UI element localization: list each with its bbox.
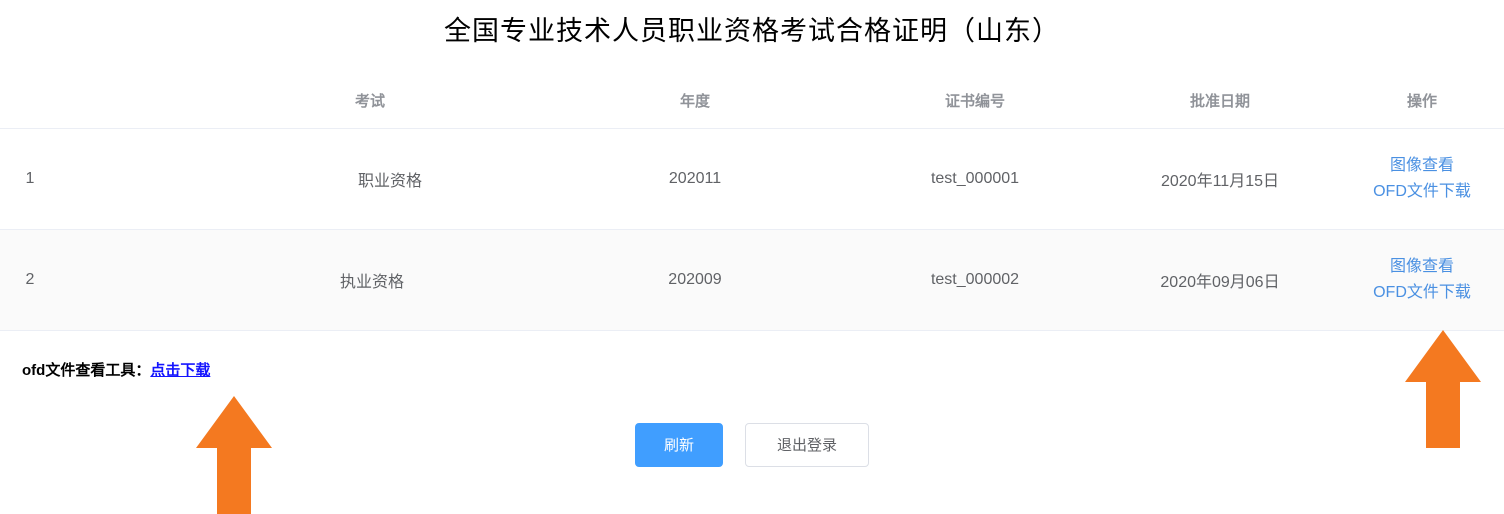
cell-exam: 执业资格: [200, 229, 540, 331]
image-view-link[interactable]: 图像查看: [1390, 153, 1454, 179]
operation-links: 图像查看 OFD文件下载: [1340, 254, 1504, 306]
cell-cert-no: test_000002: [850, 229, 1100, 331]
cell-cert-no: test_000001: [850, 128, 1100, 230]
certificate-table-container: 考试 年度 证书编号 批准日期 操作 1 职业资格 202011 test_00…: [0, 74, 1504, 331]
operation-links: 图像查看 OFD文件下载: [1340, 153, 1504, 205]
certificate-table: 考试 年度 证书编号 批准日期 操作 1 职业资格 202011 test_00…: [0, 74, 1504, 331]
column-header-operation: 操作: [1340, 74, 1504, 129]
ofd-download-link[interactable]: OFD文件下载: [1373, 280, 1471, 306]
column-header-year: 年度: [540, 74, 850, 129]
cell-row-index: 1: [0, 128, 60, 230]
ofd-viewer-download-link[interactable]: 点击下载: [150, 362, 210, 379]
logout-button[interactable]: 退出登录: [745, 423, 869, 467]
page-title: 全国专业技术人员职业资格考试合格证明（山东）: [444, 16, 1060, 46]
column-header-index: [0, 74, 60, 129]
refresh-button[interactable]: 刷新: [635, 423, 723, 467]
cell-row-index: 2: [0, 229, 60, 331]
table-header-row: 考试 年度 证书编号 批准日期 操作: [0, 74, 1504, 129]
ofd-viewer-tool-label: ofd文件查看工具：: [22, 362, 151, 379]
cell-exam-text: 执业资格: [339, 274, 404, 291]
column-header-exam: 考试: [200, 74, 540, 129]
cell-blank: [60, 128, 200, 230]
column-header-cert-no: 证书编号: [850, 74, 1100, 129]
cell-operation: 图像查看 OFD文件下载: [1340, 229, 1504, 331]
ofd-download-link[interactable]: OFD文件下载: [1373, 179, 1471, 205]
cell-year: 202011: [540, 128, 850, 230]
cell-approve-date: 2020年11月15日: [1100, 128, 1340, 230]
table-row: 2 执业资格 202009 test_000002 2020年09月06日 图像…: [0, 229, 1504, 331]
column-header-approve-date: 批准日期: [1100, 74, 1340, 129]
table-row: 1 职业资格 202011 test_000001 2020年11月15日 图像…: [0, 128, 1504, 230]
image-view-link[interactable]: 图像查看: [1390, 254, 1454, 280]
table-header: 考试 年度 证书编号 批准日期 操作: [0, 74, 1504, 129]
cell-blank: [60, 229, 200, 331]
cell-approve-date: 2020年09月06日: [1100, 229, 1340, 331]
table-body: 1 职业资格 202011 test_000001 2020年11月15日 图像…: [0, 128, 1504, 331]
cell-year: 202009: [540, 229, 850, 331]
ofd-viewer-tool-row: ofd文件查看工具：点击下载: [0, 361, 1504, 381]
cell-operation: 图像查看 OFD文件下载: [1340, 128, 1504, 230]
cell-exam: 职业资格: [200, 128, 540, 230]
cell-exam-text: 职业资格: [357, 173, 422, 190]
column-header-blank: [60, 74, 200, 129]
